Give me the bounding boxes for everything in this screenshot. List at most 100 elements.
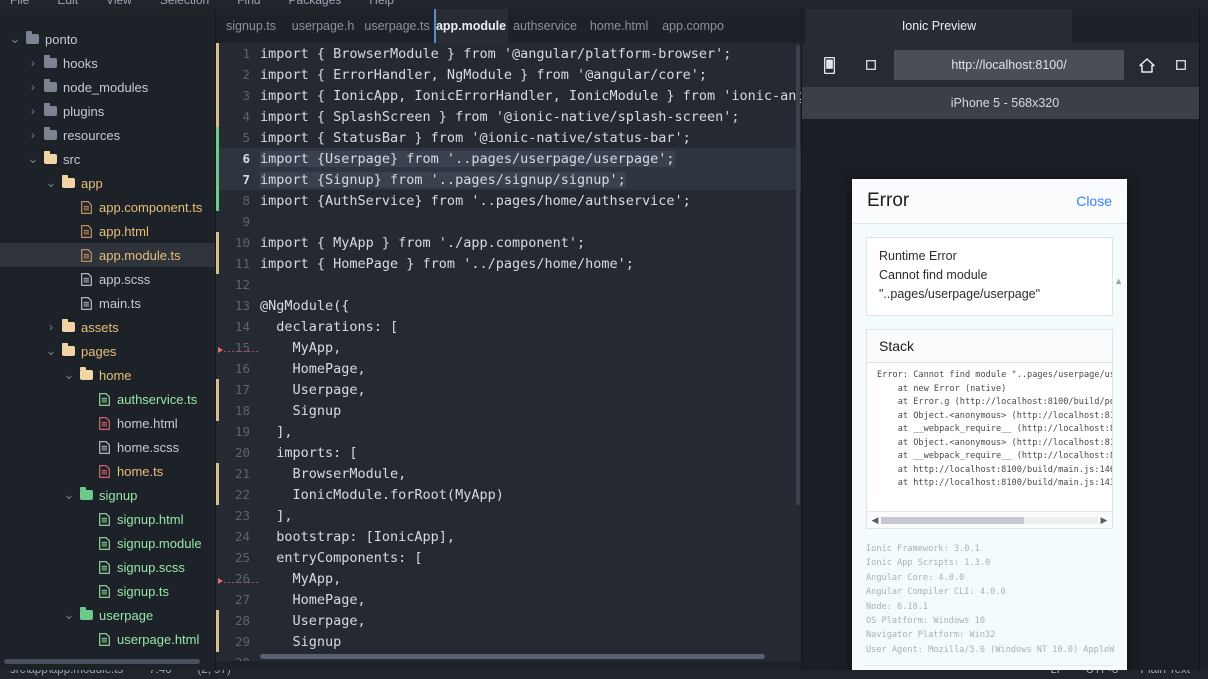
code-line[interactable]: 2 import { ErrorHandler, NgModule } from …: [216, 64, 802, 85]
tab-ionic-preview[interactable]: Ionic Preview: [806, 9, 1072, 43]
tree-item-main-ts[interactable]: main.ts: [0, 291, 216, 315]
code-line[interactable]: 13 @NgModule({: [216, 295, 802, 316]
code-line[interactable]: 15 MyApp,: [216, 337, 802, 358]
chevron-down-icon[interactable]: ⌄: [44, 176, 58, 189]
tree-item-assets[interactable]: › assets: [0, 315, 216, 339]
code-text[interactable]: import {Signup} from '..pages/signup/sig…: [260, 171, 626, 188]
code-text[interactable]: declarations: [: [260, 319, 398, 335]
code-line[interactable]: 3 import { IonicApp, IonicErrorHandler, I…: [216, 85, 802, 106]
code-text[interactable]: Signup: [260, 403, 342, 419]
status-encoding[interactable]: UTF-8: [1086, 670, 1119, 676]
project-tree-list[interactable]: ⌄ ponto › hooks › node_modules › plugins › resour…: [0, 9, 216, 651]
code-line[interactable]: 14 declarations: [: [216, 316, 802, 337]
tree-item-signup-scss[interactable]: signup.scss: [0, 555, 216, 579]
fold-marker-icon[interactable]: [218, 578, 223, 584]
code-line[interactable]: 25 entryComponents: [: [216, 547, 802, 568]
chevron-down-icon[interactable]: ⌄: [8, 32, 22, 45]
code-line[interactable]: 23 ],: [216, 505, 802, 526]
code-line[interactable]: 7 import {Signup} from '..pages/signup/si…: [216, 169, 802, 190]
editor-tab-app-compo[interactable]: app.compo: [656, 9, 731, 43]
chevron-down-icon[interactable]: ⌄: [44, 344, 58, 357]
tree-item-src[interactable]: ⌄ src: [0, 147, 216, 171]
chevron-right-icon[interactable]: ›: [26, 81, 40, 93]
chevron-down-icon[interactable]: ⌄: [26, 152, 40, 165]
error-close-button[interactable]: Close: [1076, 193, 1112, 209]
tree-item-home[interactable]: ⌄ home: [0, 363, 216, 387]
code-line[interactable]: 24 bootstrap: [IonicApp],: [216, 526, 802, 547]
tree-item-hooks[interactable]: › hooks: [0, 51, 216, 75]
editor-tab-userpage-h[interactable]: userpage.h: [286, 9, 361, 43]
status-file-path[interactable]: src\app\app.module.ts: [10, 670, 123, 676]
code-line[interactable]: 22 IonicModule.forRoot(MyApp): [216, 484, 802, 505]
stack-scroll-right-arrow[interactable]: ▶: [1098, 515, 1110, 526]
stack-horizontal-scrollbar[interactable]: ◀ ▶: [867, 511, 1112, 528]
tree-item-ponto[interactable]: ⌄ ponto: [0, 27, 216, 51]
tree-item-userpage[interactable]: ⌄ userpage: [0, 603, 216, 627]
code-line[interactable]: 26 MyApp,: [216, 568, 802, 589]
code-line[interactable]: 4 import { SplashScreen } from '@ionic-na…: [216, 106, 802, 127]
menu-item-help[interactable]: Help: [369, 0, 394, 9]
tree-horizontal-scrollbar[interactable]: [4, 659, 200, 664]
tree-item-plugins[interactable]: › plugins: [0, 99, 216, 123]
tree-item-signup-html[interactable]: signup.html: [0, 507, 216, 531]
stack-scroll-left-arrow[interactable]: ◀: [869, 515, 881, 526]
code-text[interactable]: import { StatusBar } from '@ionic-native…: [260, 130, 691, 146]
code-line[interactable]: 12: [216, 274, 802, 295]
code-text[interactable]: import { MyApp } from './app.component';: [260, 235, 585, 251]
device-size-label[interactable]: iPhone 5 - 568x320: [802, 87, 1208, 119]
stack-trace[interactable]: Error: Cannot find module "..pages/userp…: [867, 363, 1112, 511]
phone-icon[interactable]: [812, 50, 846, 80]
tree-item-app[interactable]: ⌄ app: [0, 171, 216, 195]
editor-tab-signup-ts[interactable]: signup.ts: [216, 9, 287, 43]
chevron-right-icon[interactable]: ›: [26, 129, 40, 141]
code-line[interactable]: 27 HomePage,: [216, 589, 802, 610]
code-area[interactable]: 1 import { BrowserModule } from '@angular…: [216, 43, 802, 661]
tree-item-resources[interactable]: › resources: [0, 123, 216, 147]
tree-item-home-scss[interactable]: home.scss: [0, 435, 216, 459]
code-text[interactable]: import { ErrorHandler, NgModule } from '…: [260, 67, 707, 83]
chevron-down-icon[interactable]: ⌄: [62, 368, 76, 381]
window-square-icon[interactable]: [1164, 50, 1198, 80]
code-text[interactable]: Signup: [260, 634, 342, 650]
code-line[interactable]: 17 Userpage,: [216, 379, 802, 400]
code-text[interactable]: ],: [260, 508, 292, 524]
editor-horizontal-scrollbar[interactable]: [260, 654, 765, 659]
tree-item-signup-module[interactable]: signup.module: [0, 531, 216, 555]
code-text[interactable]: IonicModule.forRoot(MyApp): [260, 487, 504, 503]
code-line[interactable]: 19 ],: [216, 421, 802, 442]
code-text[interactable]: import { HomePage } from '../pages/home/…: [260, 256, 634, 272]
code-line[interactable]: 29 Signup: [216, 631, 802, 652]
code-text[interactable]: MyApp,: [260, 571, 342, 587]
fold-marker-icon[interactable]: [218, 347, 223, 353]
editor-tab-bar[interactable]: signup.ts userpage.h userpage.ts app.module…: [216, 9, 802, 43]
code-text[interactable]: import {Userpage} from '..pages/userpage…: [260, 150, 675, 167]
stop-square-icon[interactable]: [854, 50, 888, 80]
code-text[interactable]: ],: [260, 424, 292, 440]
code-line[interactable]: 10 import { MyApp } from './app.component…: [216, 232, 802, 253]
code-text[interactable]: entryComponents: [: [260, 550, 422, 566]
code-line[interactable]: 1 import { BrowserModule } from '@angular…: [216, 43, 802, 64]
code-line[interactable]: 20 imports: [: [216, 442, 802, 463]
code-text[interactable]: MyApp,: [260, 340, 342, 356]
menu-item-file[interactable]: File: [10, 0, 29, 9]
url-input[interactable]: http://localhost:8100/: [894, 50, 1124, 80]
status-cursor-position[interactable]: 7:46: [149, 670, 171, 676]
tree-item-home-ts[interactable]: home.ts: [0, 459, 216, 483]
chevron-down-icon[interactable]: ⌄: [62, 488, 76, 501]
code-text[interactable]: Userpage,: [260, 382, 366, 398]
code-text[interactable]: import { IonicApp, IonicErrorHandler, Io…: [260, 88, 802, 104]
tree-item-app-module-ts[interactable]: app.module.ts: [0, 243, 216, 267]
tree-item-app-scss[interactable]: app.scss: [0, 267, 216, 291]
stack-scroll-thumb[interactable]: [881, 516, 1025, 524]
menu-item-find[interactable]: Find: [237, 0, 260, 9]
tree-item-pages[interactable]: ⌄ pages: [0, 339, 216, 363]
code-line[interactable]: 8 import {AuthService} from '..pages/home…: [216, 190, 802, 211]
tree-item-app-html[interactable]: app.html: [0, 219, 216, 243]
menu-item-edit[interactable]: Edit: [57, 0, 78, 9]
tree-item-home-html[interactable]: home.html: [0, 411, 216, 435]
code-line[interactable]: 9: [216, 211, 802, 232]
editor-tab-app-module[interactable]: app.module: [434, 9, 509, 43]
code-text[interactable]: imports: [: [260, 445, 357, 461]
code-line[interactable]: 11 import { HomePage } from '../pages/hom…: [216, 253, 802, 274]
tree-item-app-component-ts[interactable]: app.component.ts: [0, 195, 216, 219]
